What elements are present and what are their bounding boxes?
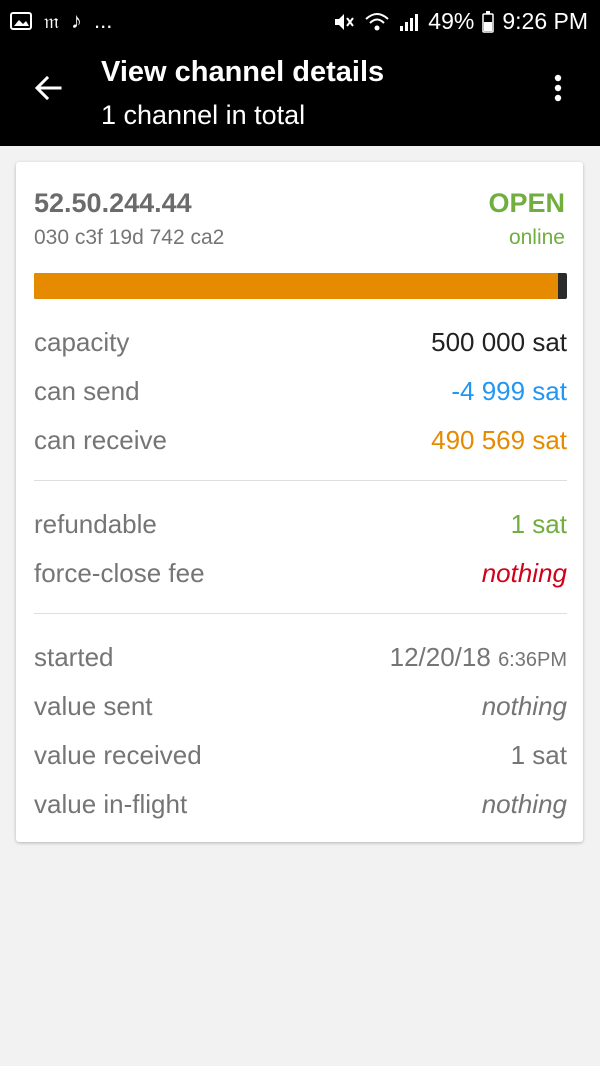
value-sent-value: nothing bbox=[481, 690, 567, 721]
battery-percent: 49% bbox=[428, 8, 475, 34]
channel-connection-status: online bbox=[508, 226, 565, 249]
value-inflight-row: value in-flight nothing bbox=[34, 784, 567, 824]
can-receive-row: can receive 490 569 sat bbox=[34, 420, 567, 460]
battery-icon bbox=[482, 10, 495, 33]
started-time: 6:36PM bbox=[498, 648, 567, 671]
channel-card[interactable]: 52.50.244.44 030 c3f 19d 742 ca2 OPEN on… bbox=[16, 162, 583, 842]
started-value: 12/20/18 6:36PM bbox=[390, 642, 567, 673]
capacity-value: 500 000 sat bbox=[431, 326, 567, 357]
value-received-value: 1 sat bbox=[510, 739, 567, 770]
page-subtitle: 1 channel in total bbox=[101, 100, 306, 130]
back-button[interactable] bbox=[28, 68, 68, 108]
refundable-value: 1 sat bbox=[510, 508, 567, 539]
value-inflight-label: value in-flight bbox=[34, 788, 188, 819]
node-id: 030 c3f 19d 742 ca2 bbox=[34, 226, 225, 249]
started-date: 12/20/18 bbox=[389, 641, 491, 672]
can-send-row: can send -4 999 sat bbox=[34, 371, 567, 411]
value-sent-row: value sent nothing bbox=[34, 686, 567, 726]
mute-icon bbox=[332, 11, 356, 33]
balance-bar bbox=[34, 273, 567, 299]
channel-state: OPEN bbox=[488, 188, 565, 218]
started-row: started 12/20/18 6:36PM bbox=[34, 637, 567, 677]
wifi-icon bbox=[364, 11, 390, 33]
overflow-menu-button[interactable] bbox=[538, 68, 578, 108]
more-vert-icon bbox=[554, 74, 562, 102]
capacity-row: capacity 500 000 sat bbox=[34, 322, 567, 362]
capacity-label: capacity bbox=[34, 326, 130, 357]
divider bbox=[34, 613, 567, 614]
node-address: 52.50.244.44 bbox=[34, 188, 192, 218]
status-bar: 𝔪 ♪ ... 49% 9:26 PM bbox=[0, 0, 600, 42]
status-left: 𝔪 ♪ ... bbox=[10, 8, 112, 34]
value-inflight-value: nothing bbox=[481, 788, 567, 819]
music-note-icon: ♪ bbox=[71, 8, 83, 33]
page-title: View channel details bbox=[101, 56, 385, 88]
force-close-fee-value: nothing bbox=[481, 557, 567, 588]
can-receive-label: can receive bbox=[34, 424, 167, 455]
refundable-label: refundable bbox=[34, 508, 157, 539]
force-close-fee-label: force-close fee bbox=[34, 557, 205, 588]
can-send-label: can send bbox=[34, 375, 140, 406]
started-label: started bbox=[34, 641, 114, 672]
arrow-back-icon bbox=[34, 75, 62, 101]
image-icon bbox=[10, 11, 32, 31]
can-send-value: -4 999 sat bbox=[451, 375, 567, 406]
app-bar: View channel details 1 channel in total bbox=[0, 42, 600, 146]
can-receive-value: 490 569 sat bbox=[431, 424, 567, 455]
status-right: 49% 9:26 PM bbox=[332, 8, 588, 35]
status-overflow: ... bbox=[94, 8, 113, 33]
value-received-label: value received bbox=[34, 739, 202, 770]
m-icon: 𝔪 bbox=[44, 9, 60, 33]
value-received-row: value received 1 sat bbox=[34, 735, 567, 775]
signal-icon bbox=[398, 11, 420, 33]
refundable-row: refundable 1 sat bbox=[34, 504, 567, 544]
divider bbox=[34, 480, 567, 481]
force-close-fee-row: force-close fee nothing bbox=[34, 553, 567, 593]
balance-bar-fill bbox=[34, 273, 559, 299]
value-sent-label: value sent bbox=[34, 690, 153, 721]
status-time: 9:26 PM bbox=[502, 8, 588, 34]
